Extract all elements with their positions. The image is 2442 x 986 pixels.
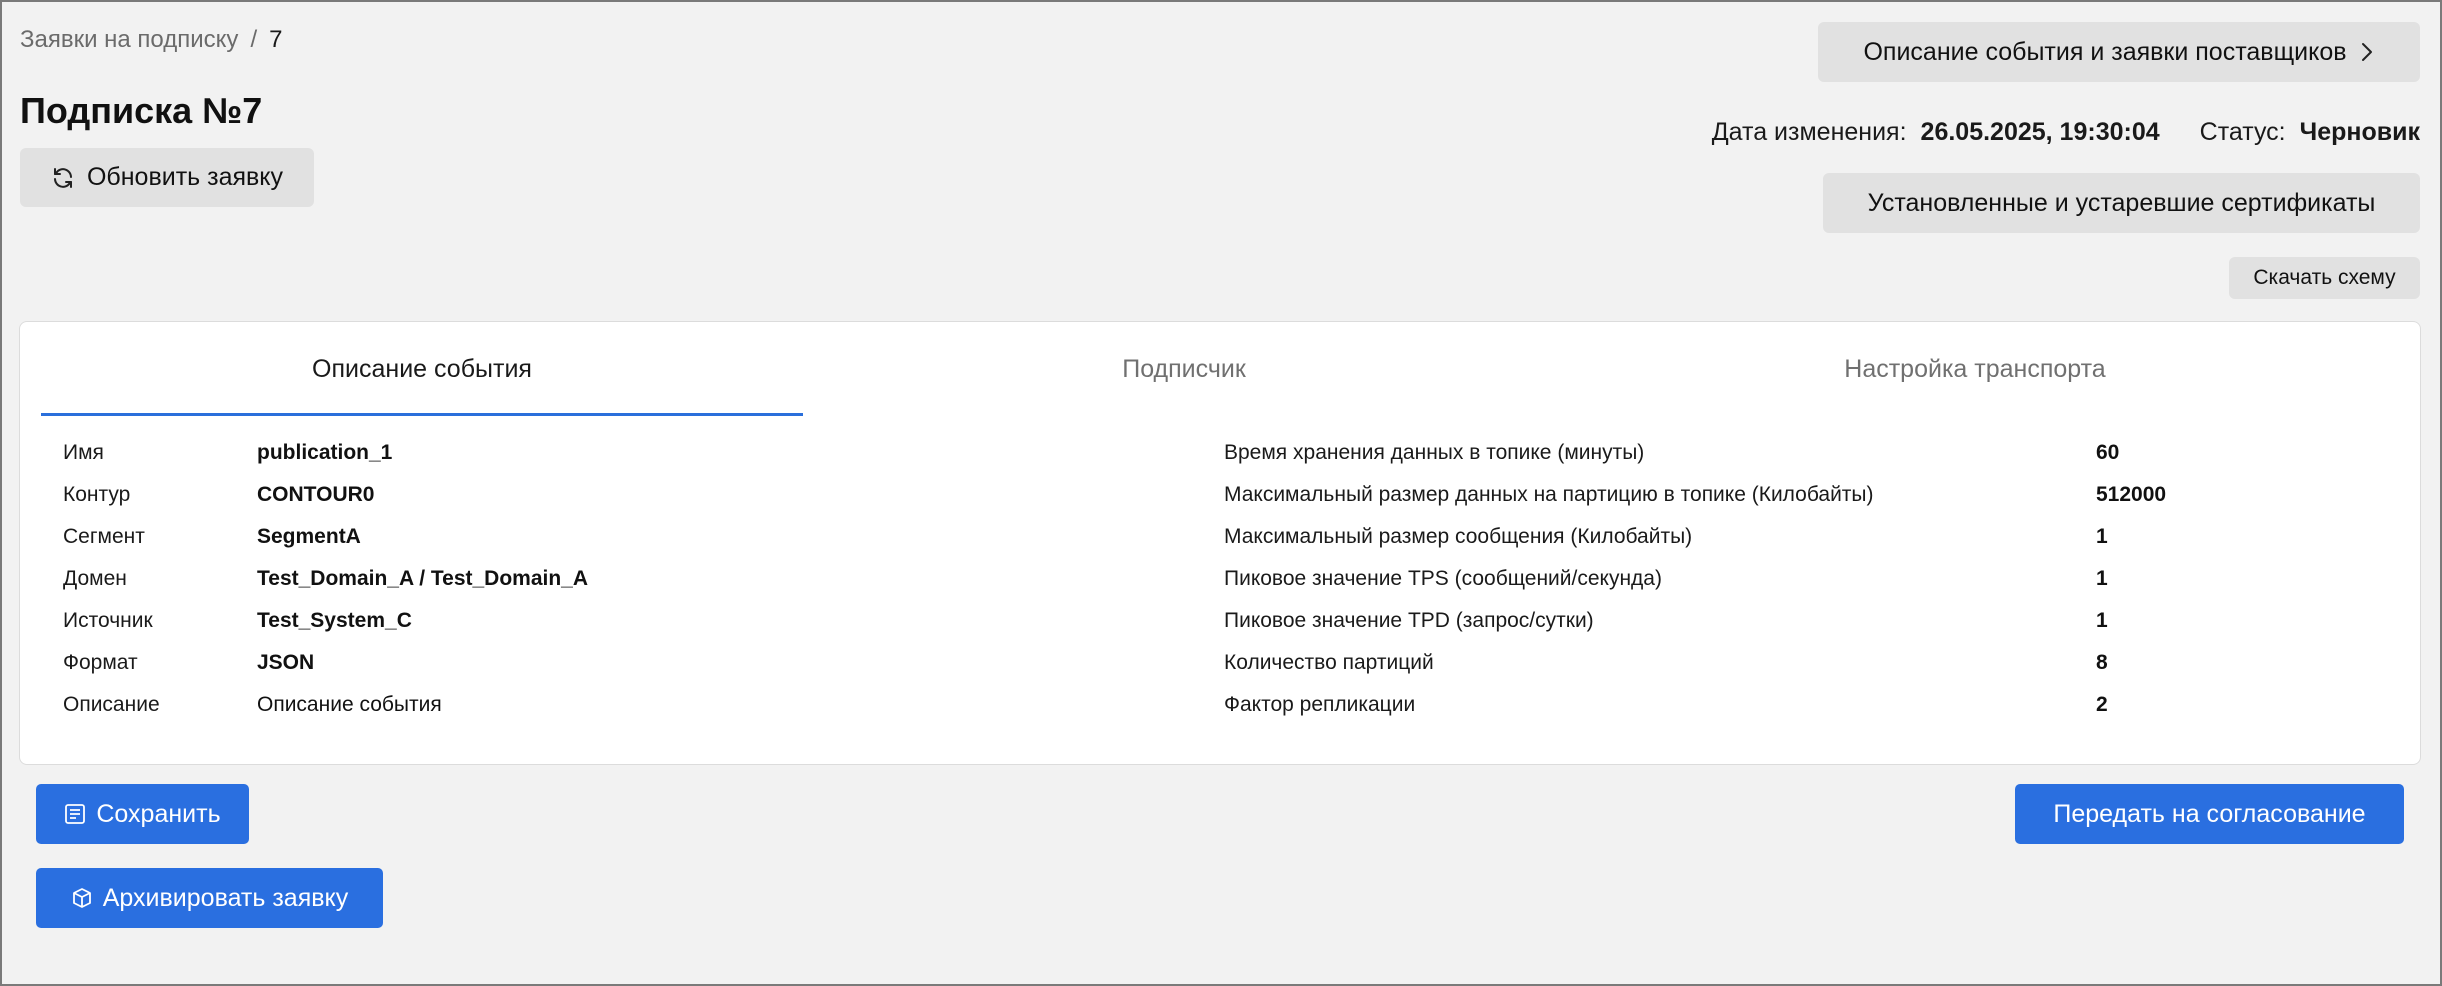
field-label: Описание <box>63 693 160 716</box>
field-name: Имя publication_1 <box>63 438 392 468</box>
field-value: publication_1 <box>257 441 393 464</box>
request-meta: Дата изменения: 26.05.2025, 19:30:04 Ста… <box>1712 118 2420 147</box>
field-value: 8 <box>2096 651 2108 674</box>
field-label: Пиковое значение TPS (сообщений/секунда) <box>1224 567 1662 590</box>
archive-box-icon <box>71 887 93 909</box>
breadcrumb-current: 7 <box>269 26 283 53</box>
breadcrumb-link-subscriptions[interactable]: Заявки на подписку <box>20 26 238 54</box>
field-contour: Контур CONTOUR0 <box>63 480 374 510</box>
save-label: Сохранить <box>96 799 221 828</box>
field-value: 60 <box>2096 441 2120 464</box>
tab-bar: Описание события Подписчик Настройка тра… <box>41 322 2385 416</box>
refresh-request-label: Обновить заявку <box>86 163 284 191</box>
save-button[interactable]: Сохранить <box>36 784 249 844</box>
tab-transport-settings[interactable]: Настройка транспорта <box>1565 322 2385 416</box>
field-value: 1 <box>2096 609 2108 632</box>
field-value: 1 <box>2096 525 2108 548</box>
field-label: Максимальный размер сообщения (Килобайты… <box>1224 525 1693 548</box>
tab-event-description[interactable]: Описание события <box>41 322 803 416</box>
field-value: JSON <box>257 651 315 674</box>
field-label: Формат <box>63 651 138 674</box>
field-label: Пиковое значение TPD (запрос/сутки) <box>1224 609 1594 632</box>
field-value: 1 <box>2096 567 2108 590</box>
tab-label: Описание события <box>312 354 532 383</box>
field-value: Test_Domain_A / Test_Domain_A <box>257 567 589 590</box>
breadcrumb-separator: / <box>250 26 258 53</box>
field-label: Источник <box>63 609 153 632</box>
field-value: Test_System_C <box>257 609 412 632</box>
field-value: Описание события <box>257 693 442 716</box>
tab-label: Настройка транспорта <box>1844 354 2106 383</box>
field-replication-factor: Фактор репликации 2 <box>1224 690 2108 720</box>
field-value: SegmentA <box>257 525 361 548</box>
page-title: Подписка №7 <box>20 90 263 131</box>
field-segment: Сегмент SegmentA <box>63 522 361 552</box>
certificates-button[interactable]: Установленные и устаревшие сертификаты <box>1823 173 2420 233</box>
certificates-label: Установленные и устаревшие сертификаты <box>1867 188 2376 217</box>
save-icon <box>64 803 86 825</box>
refresh-request-button[interactable]: Обновить заявку <box>20 148 314 207</box>
field-value: 512000 <box>2096 483 2167 506</box>
modified-label: Дата изменения: <box>1711 118 1907 146</box>
status-value: Черновик <box>2299 118 2420 146</box>
field-description: Описание Описание события <box>63 690 442 720</box>
field-partition-count: Количество партиций 8 <box>1224 648 2108 678</box>
field-label: Фактор репликации <box>1224 693 1416 716</box>
field-peak-tps: Пиковое значение TPS (сообщений/секунда)… <box>1224 564 2108 594</box>
field-label: Сегмент <box>63 525 145 548</box>
field-label: Количество партиций <box>1224 651 1434 674</box>
download-schema-label: Скачать схему <box>2253 266 2396 289</box>
archive-request-label: Архивировать заявку <box>102 883 349 912</box>
field-source: Источник Test_System_C <box>63 606 412 636</box>
field-value: CONTOUR0 <box>257 483 375 506</box>
field-label: Контур <box>63 483 131 506</box>
archive-request-button[interactable]: Архивировать заявку <box>36 868 383 928</box>
event-description-label: Описание события и заявки поставщиков <box>1863 37 2347 66</box>
field-retention-minutes: Время хранения данных в топике (минуты) … <box>1224 438 2119 468</box>
field-label: Имя <box>63 441 104 464</box>
field-value: 2 <box>2096 693 2108 716</box>
breadcrumb: Заявки на подписку / 7 <box>20 26 282 54</box>
field-format: Формат JSON <box>63 648 314 678</box>
field-peak-tpd: Пиковое значение TPD (запрос/сутки) 1 <box>1224 606 2108 636</box>
field-label: Время хранения данных в топике (минуты) <box>1224 441 1645 464</box>
tab-subscriber[interactable]: Подписчик <box>803 322 1565 416</box>
chevron-right-icon <box>2359 40 2375 64</box>
field-max-message-size: Максимальный размер сообщения (Килобайты… <box>1224 522 2108 552</box>
modified-value: 26.05.2025, 19:30:04 <box>1920 118 2160 146</box>
field-max-partition-size: Максимальный размер данных на партицию в… <box>1224 480 2166 510</box>
tab-label: Подписчик <box>1122 354 1246 383</box>
refresh-icon <box>51 166 75 190</box>
details-card: Описание события Подписчик Настройка тра… <box>19 321 2421 765</box>
submit-for-approval-button[interactable]: Передать на согласование <box>2015 784 2404 844</box>
event-description-button[interactable]: Описание события и заявки поставщиков <box>1818 22 2420 82</box>
field-label: Максимальный размер данных на партицию в… <box>1224 483 1874 506</box>
field-domain: Домен Test_Domain_A / Test_Domain_A <box>63 564 588 594</box>
submit-for-approval-label: Передать на согласование <box>2053 799 2366 828</box>
download-schema-button[interactable]: Скачать схему <box>2229 257 2420 299</box>
field-label: Домен <box>63 567 127 590</box>
status-label: Статус: <box>2199 118 2286 146</box>
